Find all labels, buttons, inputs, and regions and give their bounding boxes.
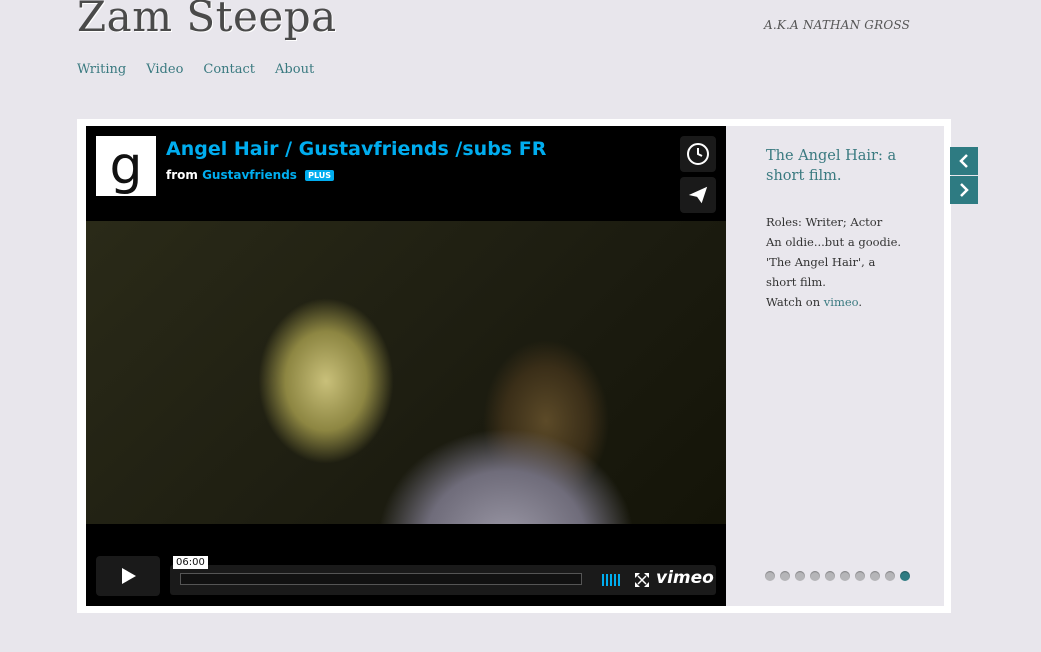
chevron-right-icon xyxy=(960,183,969,197)
nav-item-writing[interactable]: Writing xyxy=(77,62,126,77)
slideshow-frame: g Angel Hair / Gustavfriends /subs FR fr… xyxy=(77,119,951,613)
slide-dot[interactable] xyxy=(780,571,790,581)
site-title[interactable]: Zam Steepa xyxy=(77,0,337,41)
slide-dot[interactable] xyxy=(795,571,805,581)
nav-item-video[interactable]: Video xyxy=(146,62,183,77)
from-label: from xyxy=(166,168,198,182)
caption-line: An oldie...but a goodie. xyxy=(766,235,902,249)
vimeo-link[interactable]: vimeo xyxy=(824,295,859,309)
video-player[interactable]: g Angel Hair / Gustavfriends /subs FR fr… xyxy=(86,126,726,606)
fullscreen-icon[interactable] xyxy=(635,573,649,587)
caption-heading: The Angel Hair: a short film. xyxy=(766,148,897,184)
paper-plane-icon xyxy=(688,186,708,204)
main-nav: Writing Video Contact About xyxy=(77,62,314,77)
watch-later-button[interactable] xyxy=(680,136,716,172)
slide-dot[interactable] xyxy=(840,571,850,581)
vimeo-logo[interactable]: vimeo xyxy=(656,568,714,588)
slide-dot-active[interactable] xyxy=(900,571,910,581)
slide-dot[interactable] xyxy=(765,571,775,581)
slide-dot[interactable] xyxy=(810,571,820,581)
play-button[interactable] xyxy=(96,556,160,596)
volume-control[interactable] xyxy=(602,574,624,586)
slide-dot[interactable] xyxy=(825,571,835,581)
next-slide-button[interactable] xyxy=(950,176,978,204)
share-button[interactable] xyxy=(680,177,716,213)
clock-icon xyxy=(687,143,709,165)
video-frame[interactable] xyxy=(86,221,726,524)
play-icon xyxy=(122,568,136,584)
timecode: 06:00 xyxy=(173,556,208,569)
plus-badge: PLUS xyxy=(305,170,335,181)
slide-dot[interactable] xyxy=(870,571,880,581)
channel-avatar[interactable]: g xyxy=(96,136,156,196)
prev-slide-button[interactable] xyxy=(950,147,978,175)
video-byline: from Gustavfriends PLUS xyxy=(162,166,339,184)
slide-dot[interactable] xyxy=(855,571,865,581)
chevron-left-icon xyxy=(959,154,968,168)
nav-item-contact[interactable]: Contact xyxy=(203,62,255,77)
author-link[interactable]: Gustavfriends xyxy=(202,168,297,182)
slide-caption: The Angel Hair: a short film. Roles: Wri… xyxy=(766,146,906,312)
nav-item-about[interactable]: About xyxy=(275,62,314,77)
progress-track[interactable] xyxy=(180,573,582,585)
slide: g Angel Hair / Gustavfriends /subs FR fr… xyxy=(86,126,944,606)
caption-roles: Roles: Writer; Actor xyxy=(766,215,883,229)
slide-pagination xyxy=(765,571,910,581)
player-controls: 06:00 vimeo xyxy=(96,556,716,596)
site-tagline: A.K.A NATHAN GROSS xyxy=(764,18,910,32)
caption-watch: Watch on vimeo. xyxy=(766,295,863,309)
caption-line: 'The Angel Hair', a short film. xyxy=(766,255,876,289)
video-title[interactable]: Angel Hair / Gustavfriends /subs FR xyxy=(162,136,551,162)
slide-dot[interactable] xyxy=(885,571,895,581)
